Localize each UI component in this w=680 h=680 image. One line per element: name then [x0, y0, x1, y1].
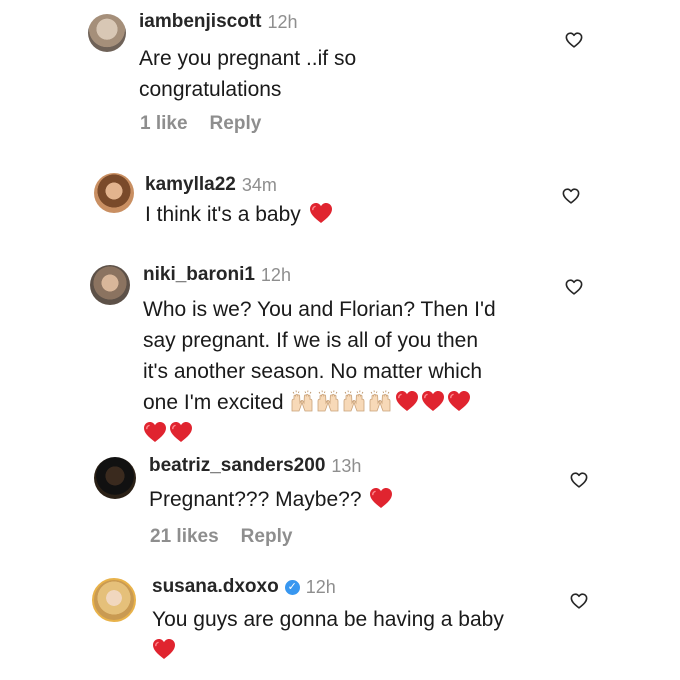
- heart-outline-icon[interactable]: [562, 188, 580, 204]
- avatar[interactable]: [88, 14, 126, 52]
- red-heart-emoji: [169, 421, 193, 443]
- red-heart-emoji: [447, 390, 471, 412]
- comments-list: iambenjiscott 12h Are you pregnant ..if …: [0, 0, 680, 680]
- reply-button[interactable]: Reply: [241, 526, 293, 548]
- comment-username[interactable]: kamylla22 34m: [145, 174, 277, 196]
- comment-username[interactable]: susana.dxoxo ✓ 12h: [152, 576, 336, 598]
- comment-text: Are you pregnant ..if so congratulations: [139, 47, 357, 101]
- raising-hands-emoji: [315, 389, 341, 413]
- verified-badge-icon: ✓: [284, 579, 300, 595]
- comment-timestamp: 13h: [331, 455, 362, 476]
- red-heart-emoji: [421, 390, 445, 412]
- red-heart-emoji: [152, 638, 176, 660]
- heart-outline-icon[interactable]: [570, 472, 588, 488]
- comment-username[interactable]: niki_baroni1 12h: [143, 264, 291, 286]
- avatar[interactable]: [94, 457, 136, 499]
- likes-count[interactable]: 21 likes: [150, 526, 219, 548]
- reply-button[interactable]: Reply: [210, 113, 262, 135]
- avatar[interactable]: [94, 173, 134, 213]
- comment-username[interactable]: iambenjiscott 12h: [139, 11, 298, 33]
- red-heart-emoji: [143, 421, 167, 443]
- raising-hands-emoji: [289, 389, 315, 413]
- red-heart-emoji: [369, 487, 393, 509]
- comment-timestamp: 12h: [305, 576, 336, 597]
- comment-text: I think it's a baby: [145, 199, 333, 230]
- comment-timestamp: 12h: [260, 264, 291, 285]
- comment-timestamp: 12h: [267, 11, 298, 32]
- raising-hands-emoji: [367, 389, 393, 413]
- avatar[interactable]: [92, 578, 136, 622]
- comment-text: Pregnant??? Maybe??: [149, 484, 393, 515]
- heart-outline-icon[interactable]: [565, 279, 583, 295]
- avatar[interactable]: [90, 265, 130, 305]
- comment-username[interactable]: beatriz_sanders200 13h: [149, 455, 361, 477]
- comment-actions: 1 like Reply: [140, 113, 261, 135]
- heart-outline-icon[interactable]: [570, 593, 588, 609]
- comment-text: You guys are gonna be having a baby: [152, 604, 504, 666]
- heart-outline-icon[interactable]: [565, 32, 583, 48]
- comment-timestamp: 34m: [241, 174, 277, 195]
- red-heart-emoji: [309, 202, 333, 224]
- comment-text: Who is we? You and Florian? Then I'd say…: [143, 294, 496, 449]
- red-heart-emoji: [395, 390, 419, 412]
- raising-hands-emoji: [341, 389, 367, 413]
- likes-count[interactable]: 1 like: [140, 113, 188, 135]
- comment-actions: 21 likes Reply: [150, 526, 292, 548]
